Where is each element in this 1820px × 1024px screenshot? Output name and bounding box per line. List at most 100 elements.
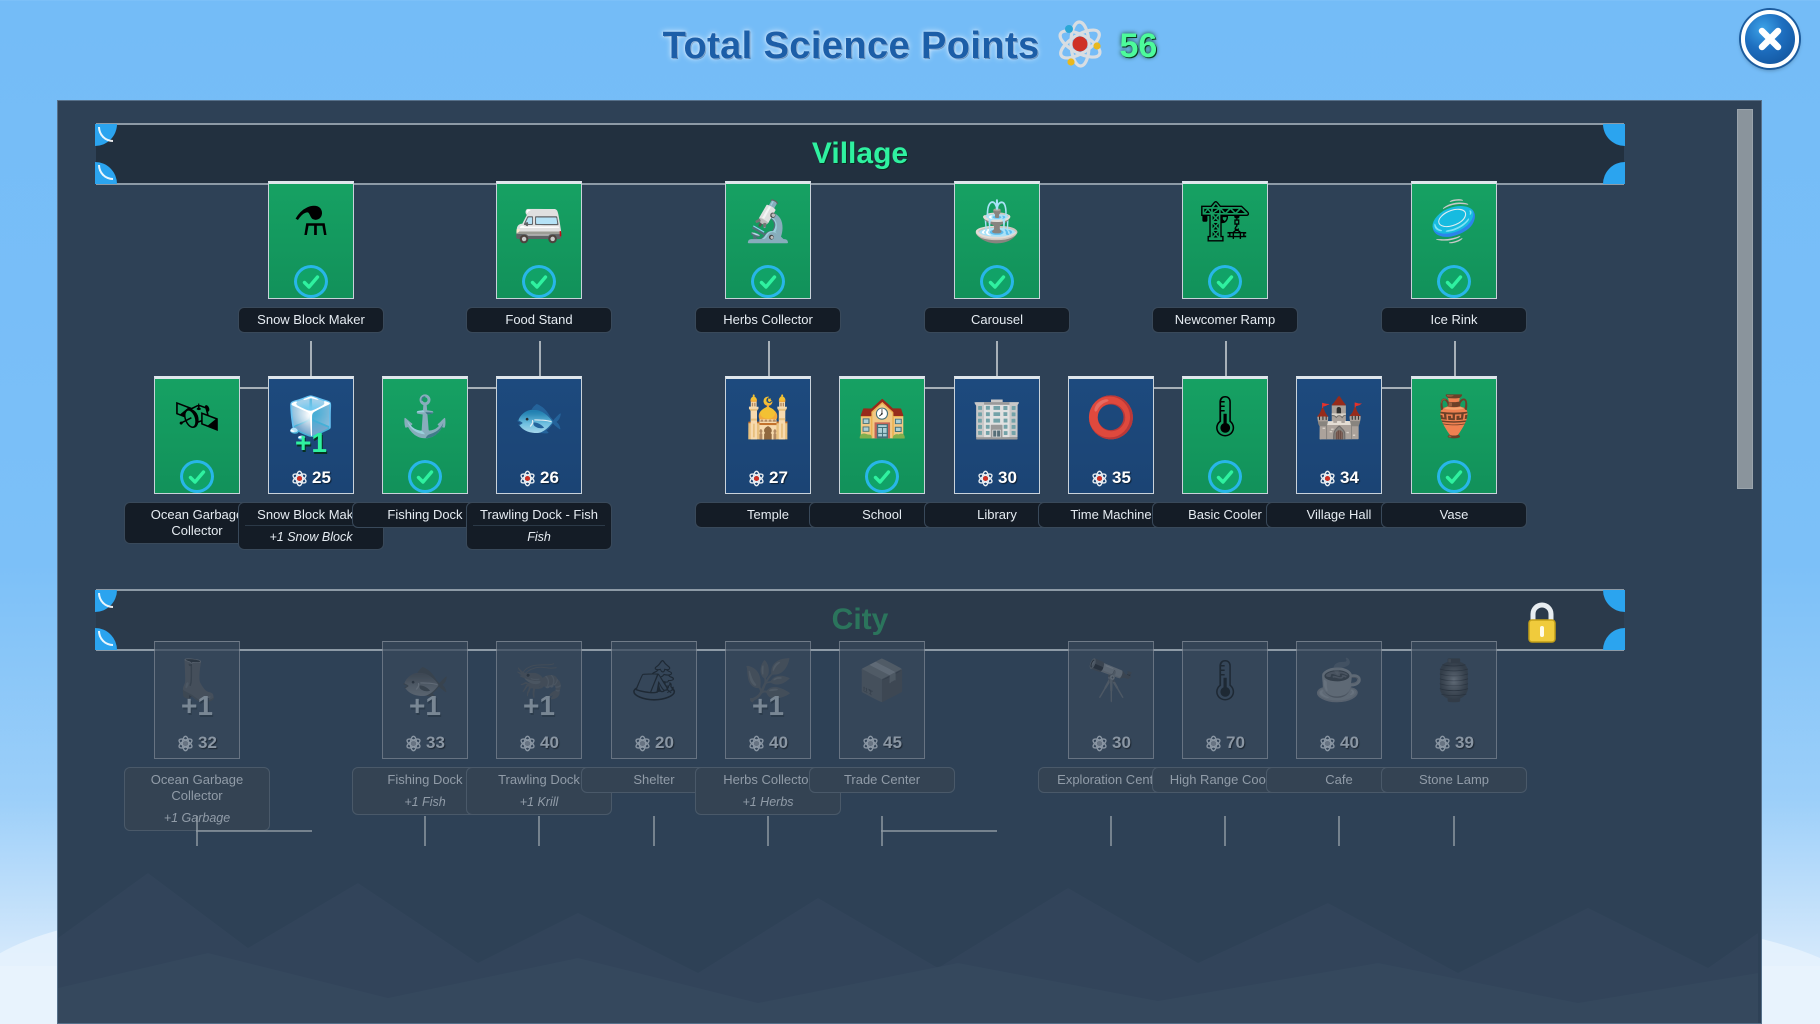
tech-card-village-r2-9[interactable]: 🏰 34 [1296,376,1382,494]
science-cost: 34 [1319,468,1359,488]
card-artwork: 🔬 [726,184,810,259]
tech-card-village-r2-2[interactable]: ⚓ [382,376,468,494]
newcomer-ramp-icon: 🏗 [1199,199,1251,244]
title-group: Total Science Points 56 [0,18,1820,75]
tech-effect: +1 Snow Block [245,525,377,545]
tech-label-village-r1-2[interactable]: Herbs Collector [695,307,841,333]
card-artwork: 🧊 +1 [269,379,353,458]
corner-accent-icon [1603,124,1625,146]
bonus-amount: +1 [295,427,327,458]
card-artwork: 🏢 [955,379,1039,457]
header-bar: Total Science Points 56 [0,0,1820,88]
corner-accent-icon [1603,590,1625,612]
card-artwork: ⛲ [955,184,1039,259]
atom-icon [1092,735,1107,751]
connector-line [767,816,769,846]
card-artwork: 🌡 [1183,642,1267,720]
connector-line [1453,816,1455,846]
card-artwork: 👢 +1 [155,642,239,721]
atom-icon [1092,470,1107,486]
researched-check-badge [1437,265,1471,298]
connector-line [424,816,426,846]
tech-card-village-r2-1[interactable]: 🧊 +1 25 [268,376,354,494]
tech-card-village-r2-10[interactable]: 🏺 [1411,376,1497,494]
tech-card-village-r2-3[interactable]: 🐟 26 [496,376,582,494]
tech-card-village-r1-3[interactable]: ⛲ [954,181,1040,299]
tech-card-city-r1-3: 🏕 20 [611,641,697,759]
atom-icon [520,735,535,751]
connector-line [1224,816,1226,846]
tech-name: Cafe [1325,772,1353,787]
card-artwork: 🕌 [726,379,810,457]
tech-card-village-r2-8[interactable]: 🌡 [1182,376,1268,494]
tech-name: Snow Block Maker [257,312,365,327]
fish-icon: 🐟 [514,396,564,440]
tech-card-village-r2-0[interactable]: 🛰 [154,376,240,494]
card-artwork: ⭕ [1069,379,1153,457]
carousel-icon: ⛲ [972,199,1022,244]
connector-line [653,816,655,846]
card-artwork: 🦐 +1 [497,642,581,721]
tech-name: High Range Cooler [1169,772,1281,787]
corner-accent-icon [1603,162,1625,184]
lock-icon [1522,602,1562,649]
researched-check-badge [294,265,328,298]
exploration-center-icon: 🔭 [1086,659,1136,703]
tech-label-village-r1-3[interactable]: Carousel [924,307,1070,333]
tech-label-village-r1-4[interactable]: Newcomer Ramp [1152,307,1298,333]
section-title: Village [811,137,909,170]
tech-name: Snow Block Maker [257,507,365,522]
tech-tree-scroll-area[interactable]: Village ⚗ Snow Block Maker 🚐 Food Stand 🔬 Her… [58,101,1761,1023]
science-cost-value: 26 [540,468,559,487]
atom-icon [749,735,764,751]
science-cost: 35 [1091,468,1131,488]
tech-label-village-r1-5[interactable]: Ice Rink [1381,307,1527,333]
tech-effect: +1 Krill [519,795,559,809]
tech-name: Trade Center [843,772,921,787]
corner-accent-icon [1603,628,1625,650]
card-artwork: 📦 [840,642,924,720]
scrollbar-thumb[interactable] [1737,109,1753,489]
corner-accent-icon [95,628,117,650]
science-cost: 26 [519,468,559,488]
tech-card-city-r1-6: 🔭 30 [1068,641,1154,759]
tech-card-village-r1-1[interactable]: 🚐 [496,181,582,299]
tech-card-village-r2-5[interactable]: 🏫 [839,376,925,494]
atom-icon [863,735,878,751]
tech-card-village-r2-6[interactable]: 🏢 30 [954,376,1040,494]
temple-icon: 🕌 [743,396,793,440]
tech-label-village-r1-1[interactable]: Food Stand [466,307,612,333]
connector-line [1110,816,1112,846]
tech-label-village-r2-10[interactable]: Vase [1381,502,1527,528]
card-artwork: ☕ [1297,642,1381,720]
tech-card-village-r2-7[interactable]: ⭕ 35 [1068,376,1154,494]
tech-card-village-r1-5[interactable]: 🥏 [1411,181,1497,299]
card-artwork: 🛰 [155,379,239,454]
high-range-cooler-icon: 🌡 [1199,659,1251,703]
section-header-village[interactable]: Village [95,123,1625,185]
time-machine-icon: ⭕ [1086,396,1136,440]
card-artwork: 🌿 +1 [726,642,810,721]
tech-name: Carousel [970,312,1024,327]
tech-card-village-r1-0[interactable]: ⚗ [268,181,354,299]
food-stand-icon: 🚐 [514,199,564,244]
science-cost-value: 30 [1112,733,1131,752]
tech-name: Fishing Dock [387,772,463,787]
tech-card-village-r2-4[interactable]: 🕌 27 [725,376,811,494]
science-cost: 40 [1319,733,1359,753]
science-cost: 30 [977,468,1017,488]
tech-name: Village Hall [1306,507,1372,522]
tech-card-village-r1-2[interactable]: 🔬 [725,181,811,299]
ice-rink-icon: 🥏 [1429,199,1479,244]
bonus-amount: +1 [752,690,784,721]
connector-line [1338,816,1340,846]
science-cost-value: 33 [426,733,445,752]
tech-label-village-r1-0[interactable]: Snow Block Maker [238,307,384,333]
tech-card-village-r1-4[interactable]: 🏗 [1182,181,1268,299]
herbs-collector-icon: 🔬 [743,199,793,244]
tech-label-village-r2-3[interactable]: Trawling Dock - Fish Fish [466,502,612,550]
bonus-amount: +1 [523,690,555,721]
science-cost-value: 40 [1340,733,1359,752]
science-cost: 30 [1091,733,1131,753]
close-button[interactable] [1741,10,1799,68]
